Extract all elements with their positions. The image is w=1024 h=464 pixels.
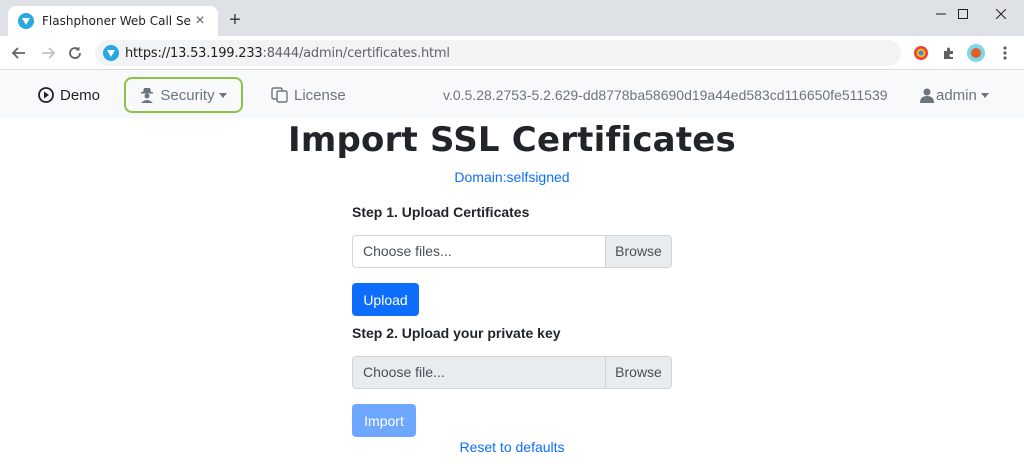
reset-to-defaults-link[interactable]: Reset to defaults: [0, 439, 1024, 455]
domain-link[interactable]: Domain:selfsigned: [0, 169, 1024, 185]
version-string: v.0.5.28.2753-5.2.629-dd8778ba58690d19a4…: [443, 87, 888, 103]
colorful-extension-icon[interactable]: [912, 44, 930, 62]
nav-license-label: License: [294, 86, 346, 104]
step1-label: Step 1. Upload Certificates: [352, 204, 530, 220]
browser-toolbar: https://13.53.199.233:8444/admin/certifi…: [0, 36, 1024, 70]
user-icon: [920, 88, 934, 103]
reload-icon[interactable]: [64, 43, 86, 63]
import-button[interactable]: Import: [352, 404, 416, 437]
private-key-browse-button[interactable]: Browse: [605, 357, 671, 388]
chevron-down-icon: [980, 92, 989, 98]
chevron-down-icon: [218, 92, 227, 98]
copy-icon: [271, 87, 288, 103]
nav-demo-label: Demo: [60, 86, 101, 104]
certificates-browse-button[interactable]: Browse: [605, 236, 671, 267]
spy-user-icon: [141, 88, 154, 103]
close-window-icon[interactable]: [978, 0, 1024, 28]
browser-tab-strip: Flashphoner Web Call Server × +: [0, 0, 1024, 36]
private-key-file-input[interactable]: Choose file... Browse: [352, 356, 672, 389]
menu-kebab-icon[interactable]: [996, 44, 1014, 62]
tab-title: Flashphoner Web Call Server: [42, 14, 192, 28]
extensions-puzzle-icon[interactable]: [940, 44, 958, 62]
nav-security-label: Security: [160, 86, 215, 104]
app-navbar: Demo Security License v.0.5.28.2753-5.2.…: [0, 70, 1024, 119]
nav-demo[interactable]: Demo: [38, 81, 100, 109]
private-key-file-placeholder: Choose file...: [353, 357, 605, 388]
site-favicon-icon: [103, 45, 119, 61]
nav-security-dropdown[interactable]: Security: [124, 77, 243, 113]
back-arrow-icon[interactable]: [8, 43, 30, 63]
address-bar[interactable]: https://13.53.199.233:8444/admin/certifi…: [95, 40, 901, 66]
browser-tab[interactable]: Flashphoner Web Call Server ×: [8, 6, 218, 36]
tab-close-icon[interactable]: ×: [192, 12, 208, 30]
nav-license[interactable]: License: [271, 81, 346, 109]
nav-admin-dropdown[interactable]: admin: [920, 81, 989, 109]
new-tab-icon[interactable]: +: [225, 10, 245, 30]
nav-admin-label: admin: [936, 86, 977, 104]
url-text: https://13.53.199.233:8444/admin/certifi…: [125, 45, 450, 61]
certificates-file-input[interactable]: Choose files... Browse: [352, 235, 672, 268]
page-title: Import SSL Certificates: [288, 120, 736, 160]
upload-button[interactable]: Upload: [352, 283, 419, 316]
play-circle-icon: [38, 87, 54, 103]
step2-label: Step 2. Upload your private key: [352, 325, 561, 341]
certificates-file-placeholder: Choose files...: [353, 236, 605, 267]
forward-arrow-icon[interactable]: [37, 43, 59, 63]
profile-avatar-icon[interactable]: [967, 44, 985, 62]
flashphoner-favicon-icon: [18, 13, 34, 29]
